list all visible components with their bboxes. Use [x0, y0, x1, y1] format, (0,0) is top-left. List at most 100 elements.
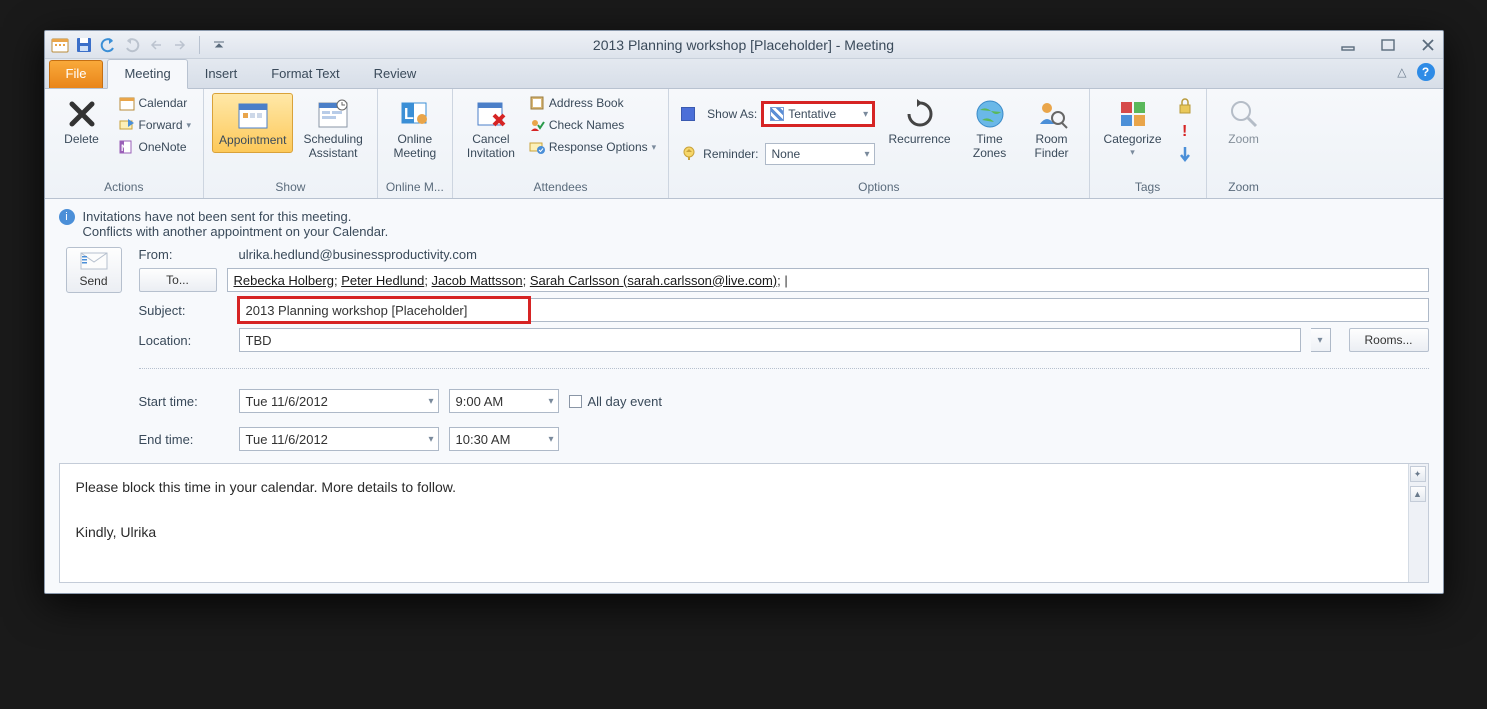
subject-field[interactable]: [239, 298, 529, 322]
scheduling-icon: [316, 97, 350, 131]
help-icon[interactable]: ?: [1417, 63, 1435, 81]
end-time-label: End time:: [139, 432, 229, 447]
categorize-button[interactable]: Categorize ▾: [1098, 93, 1168, 162]
start-date-field[interactable]: Tue 11/6/2012: [239, 389, 439, 413]
app-icon: [51, 36, 69, 54]
quick-access-toolbar: [51, 36, 228, 54]
next-item-icon[interactable]: [171, 36, 189, 54]
meeting-form: Send From: ulrika.hedlund@businessproduc…: [45, 247, 1443, 593]
low-importance-icon[interactable]: [1176, 145, 1194, 163]
time-zones-button[interactable]: Time Zones: [961, 93, 1019, 165]
scheduling-assistant-button[interactable]: Scheduling Assistant: [297, 93, 368, 165]
recurrence-button[interactable]: Recurrence: [883, 93, 957, 151]
tab-meeting[interactable]: Meeting: [107, 59, 187, 89]
high-importance-icon[interactable]: !: [1176, 121, 1194, 139]
categorize-icon: [1116, 97, 1150, 131]
private-icon[interactable]: [1176, 97, 1194, 115]
ribbon: Delete Calendar Forward ▾ N OneNote: [45, 89, 1443, 199]
appointment-icon: [236, 98, 270, 132]
body-line-2: Kindly, Ulrika: [76, 521, 1412, 543]
titlebar: 2013 Planning workshop [Placeholder] - M…: [45, 31, 1443, 59]
outlook-meeting-window: 2013 Planning workshop [Placeholder] - M…: [44, 30, 1444, 594]
start-time-label: Start time:: [139, 394, 229, 409]
maximize-button[interactable]: [1379, 37, 1397, 53]
svg-text:!: !: [1182, 123, 1187, 139]
group-actions: Delete Calendar Forward ▾ N OneNote: [45, 89, 205, 198]
response-options-button[interactable]: Response Options ▾: [525, 137, 660, 157]
check-names-button[interactable]: Check Names: [525, 115, 660, 135]
lync-icon: L: [398, 97, 432, 131]
address-book-icon: [529, 95, 545, 111]
reminder-label: Reminder:: [703, 147, 758, 161]
to-field[interactable]: Rebecka Holberg; Peter Hedlund; Jacob Ma…: [227, 268, 1429, 292]
from-value: ulrika.hedlund@businessproductivity.com: [239, 247, 477, 262]
ribbon-tabs: File Meeting Insert Format Text Review △…: [45, 59, 1443, 89]
info-line-1: Invitations have not been sent for this …: [83, 209, 389, 224]
delete-button[interactable]: Delete: [53, 93, 111, 151]
tab-format-text[interactable]: Format Text: [254, 59, 356, 88]
qat-separator: [199, 36, 200, 54]
prev-item-icon[interactable]: [147, 36, 165, 54]
location-dropdown[interactable]: ▾: [1311, 328, 1331, 352]
separator: [139, 368, 1429, 369]
scrollbar[interactable]: ✦ ▲: [1408, 464, 1428, 582]
online-meeting-button[interactable]: L Online Meeting: [386, 93, 444, 165]
tentative-swatch-icon: [770, 107, 784, 121]
info-bar: i Invitations have not been sent for thi…: [45, 199, 1443, 247]
rooms-button[interactable]: Rooms...: [1349, 328, 1429, 352]
zoom-button[interactable]: Zoom: [1215, 93, 1273, 151]
location-field[interactable]: [239, 328, 1301, 352]
all-day-checkbox[interactable]: All day event: [569, 394, 662, 409]
group-options: Show As: Tentative Reminder: None: [669, 89, 1089, 198]
response-options-icon: [529, 139, 545, 155]
show-as-label: Show As:: [707, 107, 757, 121]
onenote-button[interactable]: N OneNote: [115, 137, 196, 157]
room-finder-button[interactable]: Room Finder: [1023, 93, 1081, 165]
to-button[interactable]: To...: [139, 268, 217, 292]
subject-label: Subject:: [139, 303, 229, 318]
cancel-invitation-button[interactable]: Cancel Invitation: [461, 93, 521, 165]
scroll-tool-icon[interactable]: ✦: [1410, 466, 1426, 482]
end-date-field[interactable]: Tue 11/6/2012: [239, 427, 439, 451]
qat-customize-icon[interactable]: [210, 36, 228, 54]
group-tags: Categorize ▾ ! Tags: [1090, 89, 1207, 198]
file-tab[interactable]: File: [49, 60, 104, 88]
redo-icon[interactable]: [123, 36, 141, 54]
info-line-2: Conflicts with another appointment on yo…: [83, 224, 389, 239]
save-icon[interactable]: [75, 36, 93, 54]
end-time-field[interactable]: 10:30 AM: [449, 427, 559, 451]
appointment-button[interactable]: Appointment: [212, 93, 293, 153]
zoom-icon: [1227, 97, 1261, 131]
forward-button[interactable]: Forward ▾: [115, 115, 196, 135]
show-as-icon: [681, 107, 695, 121]
undo-icon[interactable]: [99, 36, 117, 54]
delete-icon: [65, 97, 99, 131]
svg-text:L: L: [404, 106, 414, 123]
window-title: 2013 Planning workshop [Placeholder] - M…: [45, 37, 1443, 53]
location-label: Location:: [139, 333, 229, 348]
ribbon-minimize-icon[interactable]: △: [1397, 65, 1406, 79]
reminder-dropdown[interactable]: None: [765, 143, 875, 165]
send-icon: [80, 252, 108, 270]
body-line-1: Please block this time in your calendar.…: [76, 476, 1412, 498]
start-time-field[interactable]: 9:00 AM: [449, 389, 559, 413]
reminder-icon: [681, 146, 697, 162]
check-names-icon: [529, 117, 545, 133]
show-as-dropdown[interactable]: Tentative: [763, 103, 873, 125]
scroll-up-icon[interactable]: ▲: [1410, 486, 1426, 502]
calendar-button[interactable]: Calendar: [115, 93, 196, 113]
tab-review[interactable]: Review: [357, 59, 434, 88]
address-book-button[interactable]: Address Book: [525, 93, 660, 113]
message-body[interactable]: Please block this time in your calendar.…: [59, 463, 1429, 583]
onenote-icon: N: [119, 139, 135, 155]
minimize-button[interactable]: [1339, 37, 1357, 53]
globe-icon: [973, 97, 1007, 131]
forward-icon: [119, 117, 135, 133]
tab-insert[interactable]: Insert: [188, 59, 255, 88]
group-show: Appointment Scheduling Assistant Show: [204, 89, 378, 198]
calendar-icon: [119, 95, 135, 111]
svg-text:N: N: [121, 143, 128, 153]
send-button[interactable]: Send: [66, 247, 122, 293]
close-button[interactable]: [1419, 37, 1437, 53]
cancel-invitation-icon: [474, 97, 508, 131]
